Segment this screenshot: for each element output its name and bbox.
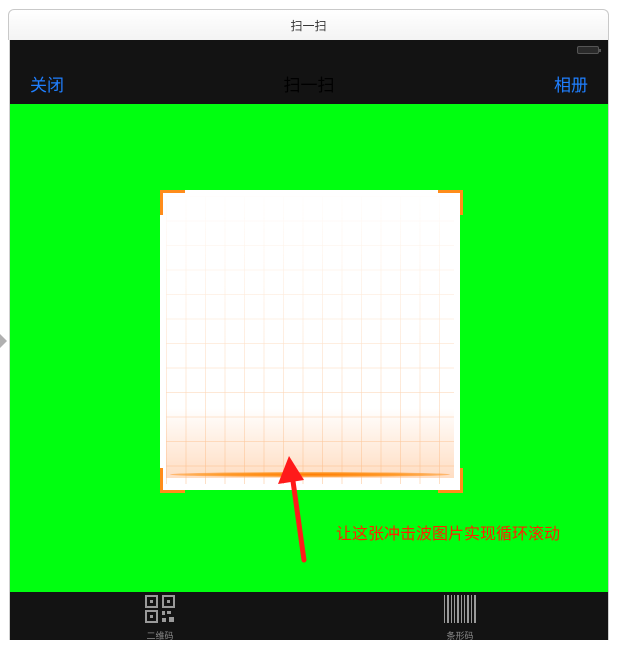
battery-icon bbox=[577, 46, 601, 54]
scan-area bbox=[160, 190, 460, 490]
scan-corner-bottom-right bbox=[438, 468, 463, 493]
annotation-arrow-icon bbox=[278, 456, 307, 563]
barcode-icon bbox=[444, 595, 476, 623]
scan-corner-bottom-left bbox=[160, 468, 185, 493]
scan-corner-top-right bbox=[438, 190, 463, 215]
tab-qrcode[interactable]: 二维码 bbox=[130, 594, 190, 640]
annotation-text: 让这张冲击波图片实现循环滚动 bbox=[336, 524, 561, 543]
window-title: 扫一扫 bbox=[290, 18, 327, 33]
qrcode-icon bbox=[145, 595, 175, 623]
scan-type-tab-bar: 二维码 条形码 bbox=[10, 592, 608, 640]
scan-screen: 关闭 扫一扫 相册 让这张冲击波图片实现循环滚动 二维码 条形码 bbox=[9, 40, 609, 640]
tab-barcode-label: 条形码 bbox=[446, 632, 474, 640]
nav-title: 扫一扫 bbox=[283, 76, 335, 96]
album-button[interactable]: 相册 bbox=[554, 71, 588, 96]
navigation-bar: 关闭 扫一扫 相册 bbox=[10, 40, 608, 104]
tab-barcode[interactable]: 条形码 bbox=[430, 594, 490, 640]
scan-corner-top-left bbox=[160, 190, 185, 215]
scene-entry-arrow-icon bbox=[0, 334, 7, 348]
tab-qrcode-label: 二维码 bbox=[146, 632, 174, 640]
window-title-bar: 扫一扫 bbox=[8, 9, 609, 40]
